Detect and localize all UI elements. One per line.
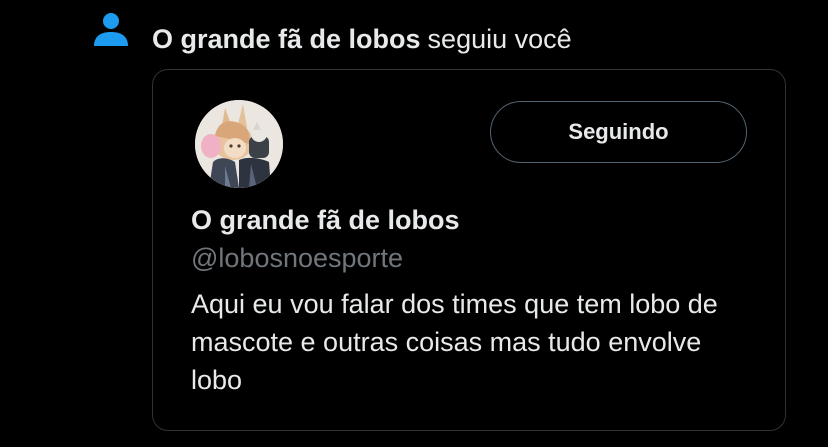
profile-card[interactable]: Seguindo O grande fã de lobos @lobosnoes… xyxy=(152,69,786,431)
profile-display-name[interactable]: O grande fã de lobos xyxy=(191,203,460,237)
wolf-avatar-image xyxy=(195,100,283,188)
profile-handle[interactable]: @lobosnoesporte xyxy=(191,241,403,275)
profile-bio: Aqui eu vou falar dos times que tem lobo… xyxy=(191,289,718,395)
following-button[interactable]: Seguindo xyxy=(490,101,747,163)
person-icon xyxy=(94,13,128,46)
follow-action-text: seguiu você xyxy=(427,24,572,54)
follower-name-link[interactable]: O grande fã de lobos xyxy=(152,24,421,54)
follow-notification-text: O grande fã de lobos seguiu você xyxy=(152,22,572,56)
notification-item[interactable]: O grande fã de lobos seguiu você Seguind… xyxy=(0,0,828,447)
profile-avatar[interactable] xyxy=(195,100,283,188)
